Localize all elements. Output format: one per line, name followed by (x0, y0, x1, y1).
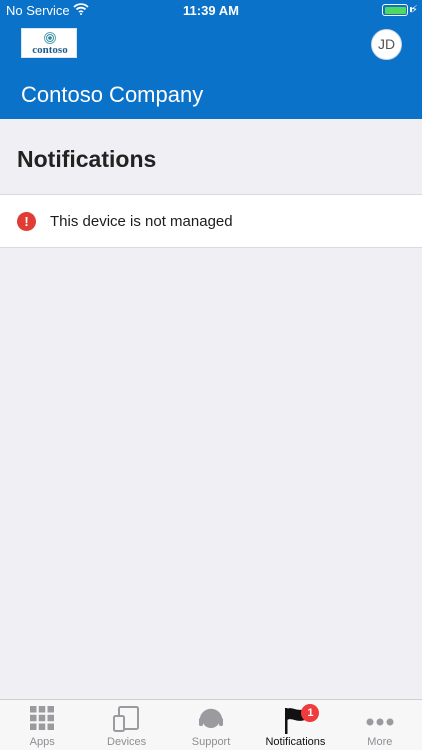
tab-bar: Apps Devices Support 1 Notifications Mor… (0, 699, 422, 750)
tab-more[interactable]: More (338, 700, 422, 750)
logo-text: contoso (32, 44, 68, 56)
tab-label-devices: Devices (107, 736, 147, 748)
company-logo: contoso (21, 28, 77, 58)
notification-text: This device is not managed (50, 213, 233, 230)
tab-support[interactable]: Support (169, 700, 253, 750)
user-avatar[interactable]: JD (371, 29, 402, 60)
app-header: No Service 11:39 AM ⚡ contoso JD Contoso… (0, 0, 422, 119)
battery-icon (382, 4, 408, 16)
alert-icon: ! (17, 212, 36, 231)
tab-label-apps: Apps (29, 736, 55, 748)
notification-item[interactable]: ! This device is not managed (0, 194, 422, 248)
more-dots-icon (366, 713, 394, 731)
clock: 11:39 AM (183, 3, 239, 18)
battery-level (384, 6, 406, 14)
notification-badge: 1 (301, 704, 320, 722)
page-title: Notifications (17, 146, 157, 172)
tab-label-support: Support (191, 736, 231, 748)
tab-label-notifications: Notifications (265, 736, 326, 748)
devices-icon (112, 706, 141, 737)
status-bar: No Service 11:39 AM ⚡ (0, 0, 422, 22)
tab-label-more: More (367, 736, 393, 748)
tab-devices[interactable]: Devices (84, 700, 168, 750)
tab-notifications[interactable]: 1 Notifications (253, 700, 337, 750)
headset-icon (198, 706, 224, 737)
company-name: Contoso Company (21, 82, 204, 107)
tab-apps[interactable]: Apps (0, 700, 84, 750)
charging-icon: ⚡ (410, 4, 418, 16)
apps-grid-icon (30, 706, 55, 735)
